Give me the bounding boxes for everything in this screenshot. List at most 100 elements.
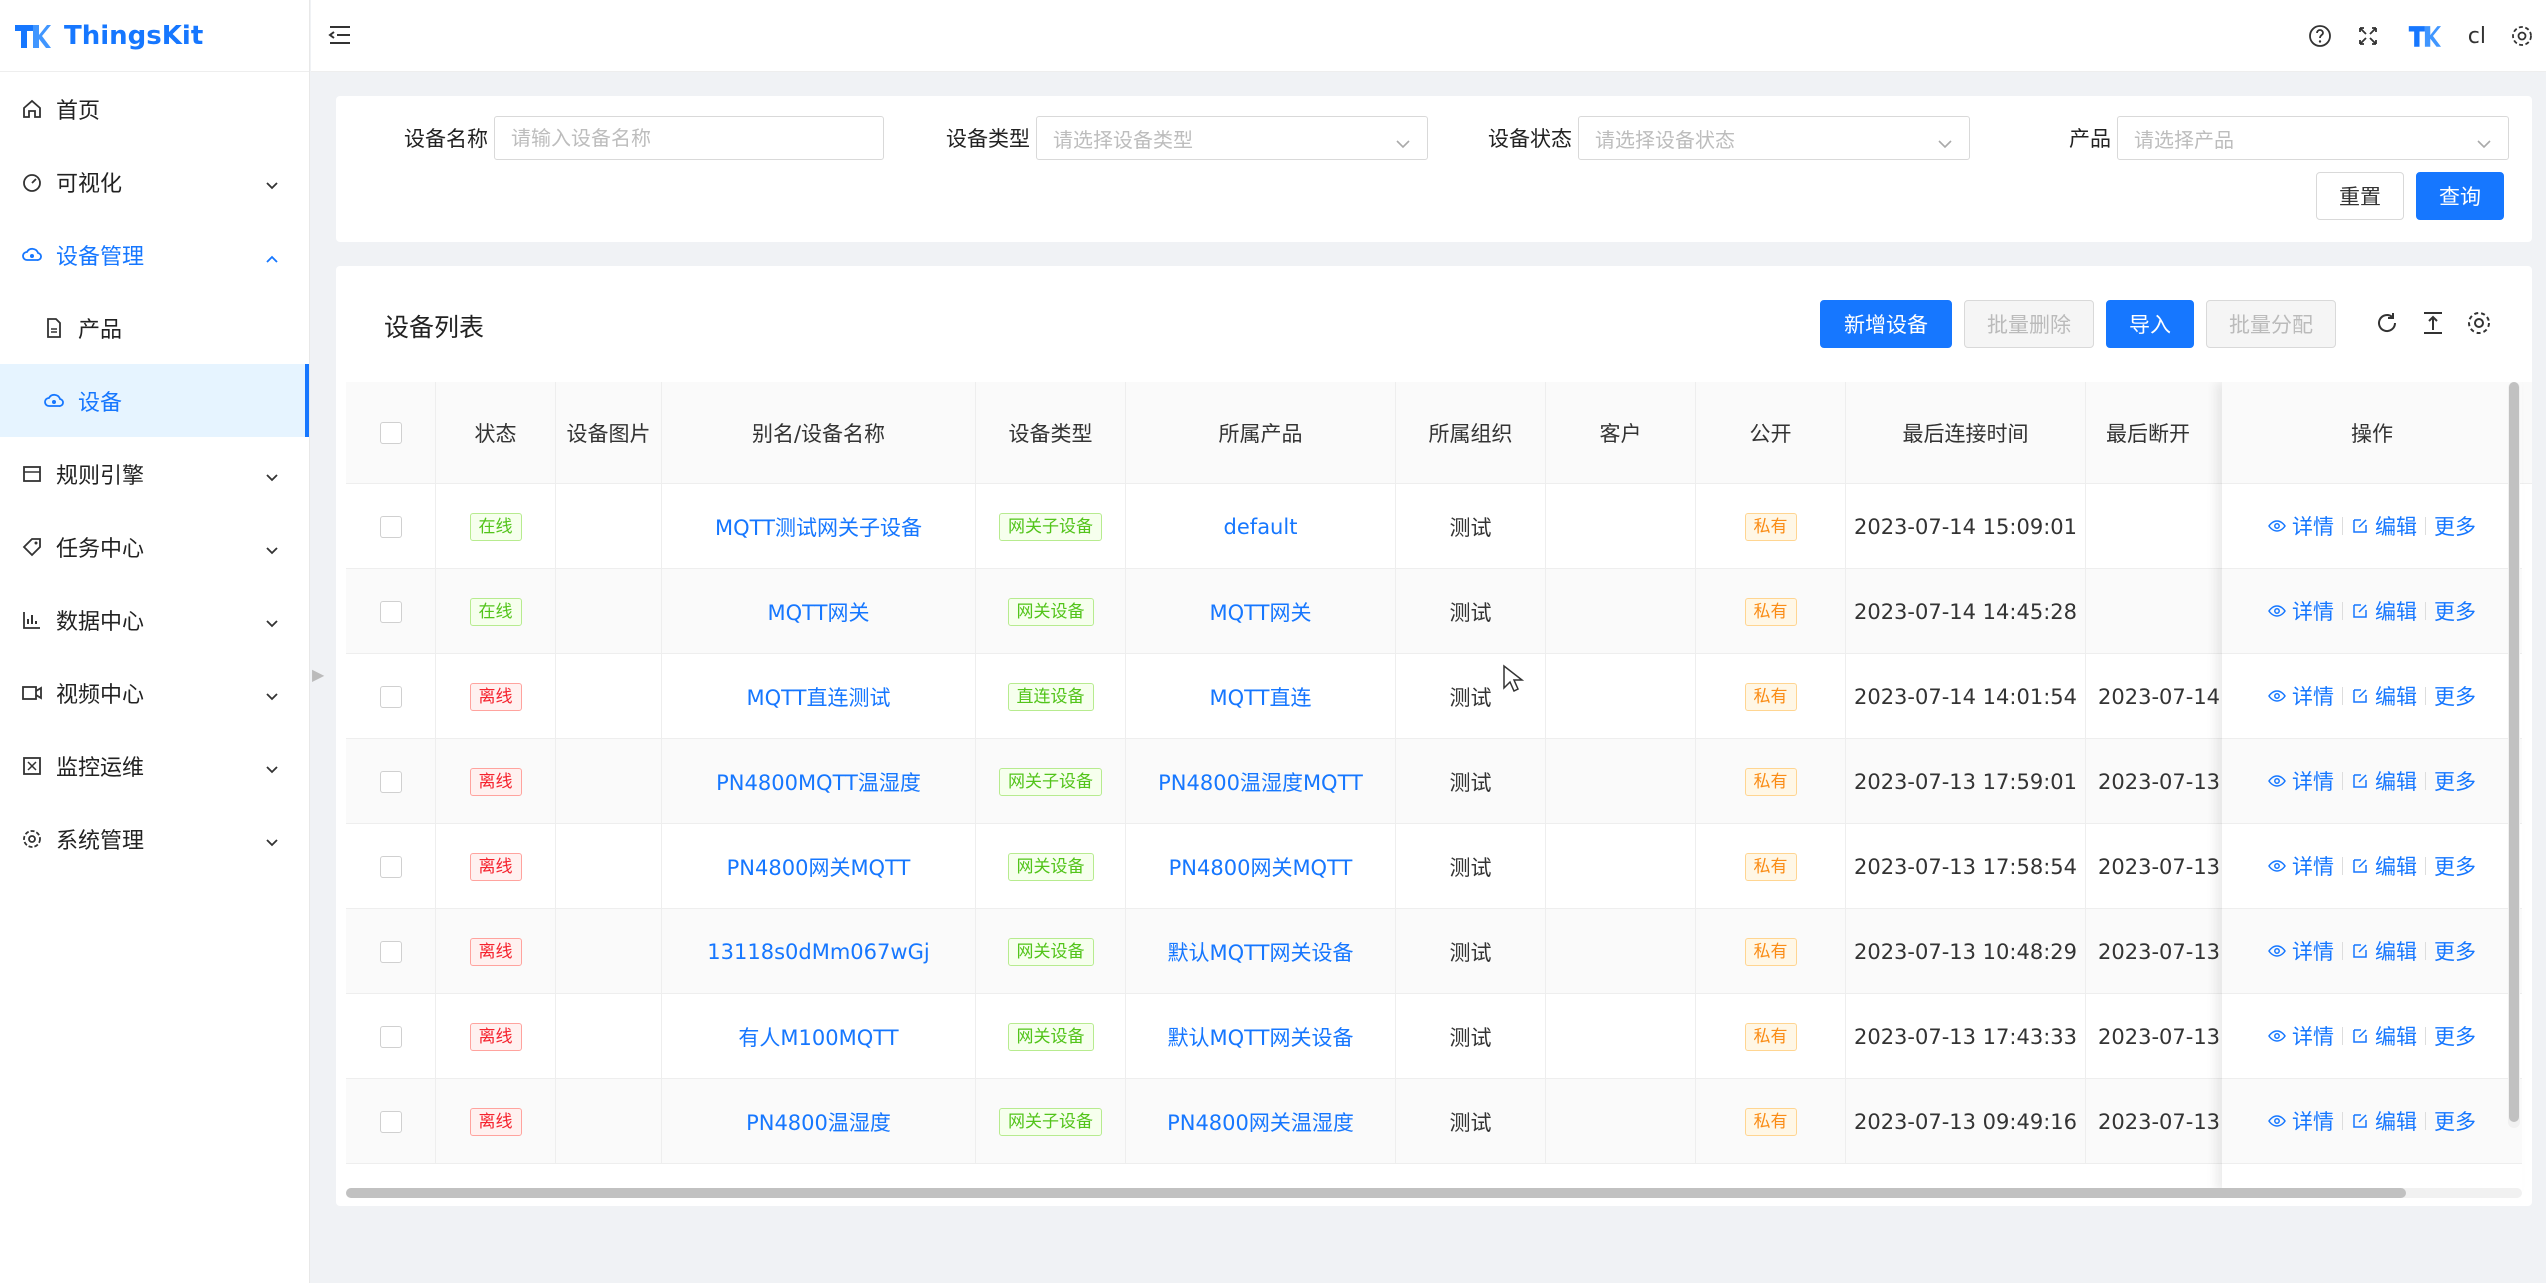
edit-button[interactable]: 编辑 <box>2351 936 2417 966</box>
import-button[interactable]: 导入 <box>2106 300 2194 348</box>
more-button[interactable]: 更多 <box>2434 1021 2476 1051</box>
row-checkbox[interactable] <box>379 770 402 793</box>
table-row[interactable]: 离线 PN4800温湿度 网关子设备 PN4800网关温湿度 测试 私有 2023-07-1… <box>346 1079 2326 1164</box>
batch-assign-button[interactable]: 批量分配 <box>2206 300 2336 348</box>
column-header[interactable]: 最后连接时间 <box>1846 382 2086 484</box>
device-name-link[interactable]: MQTT直连测试 <box>747 682 891 712</box>
detail-button[interactable]: 详情 <box>2268 511 2334 541</box>
column-height-icon[interactable] <box>2418 308 2448 338</box>
sidebar-item-rule-engine[interactable]: 规则引擎 <box>0 437 309 510</box>
detail-button[interactable]: 详情 <box>2268 1106 2334 1136</box>
product-link[interactable]: default <box>1224 515 1298 539</box>
column-header[interactable]: 所属组织 <box>1396 382 1546 484</box>
detail-button[interactable]: 详情 <box>2268 681 2334 711</box>
add-device-button[interactable]: 新增设备 <box>1820 300 1952 348</box>
column-settings-icon[interactable] <box>2464 308 2494 338</box>
device-name-input[interactable] <box>494 116 884 160</box>
table-row[interactable]: 离线 PN4800网关MQTT 网关设备 PN4800网关MQTT 测试 私有 2023-0… <box>346 824 2326 909</box>
product-link[interactable]: MQTT网关 <box>1210 597 1312 627</box>
edit-button[interactable]: 编辑 <box>2351 1106 2417 1136</box>
table-row[interactable]: 离线 有人M100MQTT 网关设备 默认MQTT网关设备 测试 私有 2023-07-13… <box>346 994 2326 1079</box>
more-button[interactable]: 更多 <box>2434 681 2476 711</box>
device-name-link[interactable]: 有人M100MQTT <box>738 1022 898 1052</box>
more-button[interactable]: 更多 <box>2434 851 2476 881</box>
column-header[interactable]: 设备类型 <box>976 382 1126 484</box>
product-select[interactable]: 请选择产品 <box>2117 116 2509 160</box>
edit-button[interactable]: 编辑 <box>2351 766 2417 796</box>
more-button[interactable]: 更多 <box>2434 936 2476 966</box>
product-link[interactable]: 默认MQTT网关设备 <box>1168 937 1354 967</box>
detail-button[interactable]: 详情 <box>2268 596 2334 626</box>
batch-delete-button[interactable]: 批量删除 <box>1964 300 2094 348</box>
user-avatar[interactable] <box>2404 24 2444 48</box>
fullscreen-icon[interactable] <box>2356 24 2380 48</box>
table-row[interactable]: 在线 MQTT网关 网关设备 MQTT网关 测试 私有 2023-07-14 14:45:2… <box>346 569 2326 654</box>
product-link[interactable]: PN4800温湿度MQTT <box>1158 767 1363 797</box>
device-name-link[interactable]: 13118s0dMm067wGj <box>707 940 929 964</box>
column-header[interactable]: 设备图片 <box>556 382 662 484</box>
column-header[interactable]: 别名/设备名称 <box>662 382 976 484</box>
more-button[interactable]: 更多 <box>2434 1106 2476 1136</box>
device-name-link[interactable]: MQTT测试网关子设备 <box>715 512 922 542</box>
device-type-select[interactable]: 请选择设备类型 <box>1036 116 1428 160</box>
sidebar-item-home[interactable]: 首页 <box>0 72 309 145</box>
product-link[interactable]: 默认MQTT网关设备 <box>1168 1022 1354 1052</box>
user-name[interactable]: cl <box>2468 24 2486 49</box>
column-header[interactable]: 公开 <box>1696 382 1846 484</box>
product-link[interactable]: PN4800网关MQTT <box>1169 852 1353 882</box>
sidebar-item-device[interactable]: 设备 <box>0 364 309 437</box>
vertical-scrollbar[interactable] <box>2508 382 2520 1128</box>
detail-button[interactable]: 详情 <box>2268 851 2334 881</box>
device-name-link[interactable]: PN4800MQTT温湿度 <box>716 767 921 797</box>
edit-button[interactable]: 编辑 <box>2351 596 2417 626</box>
device-name-link[interactable]: PN4800温湿度 <box>746 1107 891 1137</box>
sidebar-item-visualization[interactable]: 可视化 <box>0 145 309 218</box>
row-checkbox[interactable] <box>379 600 402 623</box>
table-row[interactable]: 离线 MQTT直连测试 直连设备 MQTT直连 测试 私有 2023-07-14 14:01… <box>346 654 2326 739</box>
product-link[interactable]: MQTT直连 <box>1210 682 1312 712</box>
logo[interactable]: ThingsKit <box>0 0 309 72</box>
menu-fold-icon[interactable] <box>327 22 353 52</box>
more-button[interactable]: 更多 <box>2434 511 2476 541</box>
device-status-select[interactable]: 请选择设备状态 <box>1578 116 1970 160</box>
select-all-checkbox[interactable] <box>379 422 402 444</box>
edit-button[interactable]: 编辑 <box>2351 511 2417 541</box>
row-checkbox[interactable] <box>379 515 402 538</box>
product-link[interactable]: PN4800网关温湿度 <box>1167 1107 1354 1137</box>
row-checkbox[interactable] <box>379 1110 402 1133</box>
column-header[interactable]: 状态 <box>436 382 556 484</box>
sidebar-item-task-center[interactable]: 任务中心 <box>0 510 309 583</box>
row-checkbox[interactable] <box>379 1025 402 1048</box>
device-name-link[interactable]: MQTT网关 <box>768 597 870 627</box>
sidebar-item-monitoring[interactable]: 监控运维 <box>0 729 309 802</box>
sidebar-item-video-center[interactable]: 视频中心 <box>0 656 309 729</box>
more-button[interactable]: 更多 <box>2434 766 2476 796</box>
refresh-icon[interactable] <box>2372 308 2402 338</box>
sider-collapse-handle-icon[interactable]: ▶ <box>312 665 324 684</box>
reset-button[interactable]: 重置 <box>2316 172 2404 220</box>
query-button[interactable]: 查询 <box>2416 172 2504 220</box>
device-name-link[interactable]: PN4800网关MQTT <box>727 852 911 882</box>
row-checkbox[interactable] <box>379 855 402 878</box>
column-header[interactable]: 客户 <box>1546 382 1696 484</box>
edit-button[interactable]: 编辑 <box>2351 681 2417 711</box>
horizontal-scrollbar-thumb[interactable] <box>346 1188 2406 1198</box>
row-checkbox[interactable] <box>379 685 402 708</box>
table-row[interactable]: 在线 MQTT测试网关子设备 网关子设备 default 测试 私有 2023-07-14 … <box>346 484 2326 569</box>
detail-button[interactable]: 详情 <box>2268 766 2334 796</box>
detail-button[interactable]: 详情 <box>2268 1021 2334 1051</box>
sidebar-item-device-management[interactable]: 设备管理 <box>0 218 309 291</box>
help-icon[interactable] <box>2308 24 2332 48</box>
vertical-scrollbar-thumb[interactable] <box>2509 382 2519 1122</box>
settings-icon[interactable] <box>2510 24 2534 48</box>
row-checkbox[interactable] <box>379 940 402 963</box>
column-header[interactable]: 所属产品 <box>1126 382 1396 484</box>
table-row[interactable]: 离线 PN4800MQTT温湿度 网关子设备 PN4800温湿度MQTT 测试 私有 202… <box>346 739 2326 824</box>
sidebar-item-product[interactable]: 产品 <box>0 291 309 364</box>
edit-button[interactable]: 编辑 <box>2351 851 2417 881</box>
more-button[interactable]: 更多 <box>2434 596 2476 626</box>
detail-button[interactable]: 详情 <box>2268 936 2334 966</box>
horizontal-scrollbar[interactable] <box>346 1188 2522 1198</box>
edit-button[interactable]: 编辑 <box>2351 1021 2417 1051</box>
table-row[interactable]: 离线 13118s0dMm067wGj 网关设备 默认MQTT网关设备 测试 私有 2023… <box>346 909 2326 994</box>
